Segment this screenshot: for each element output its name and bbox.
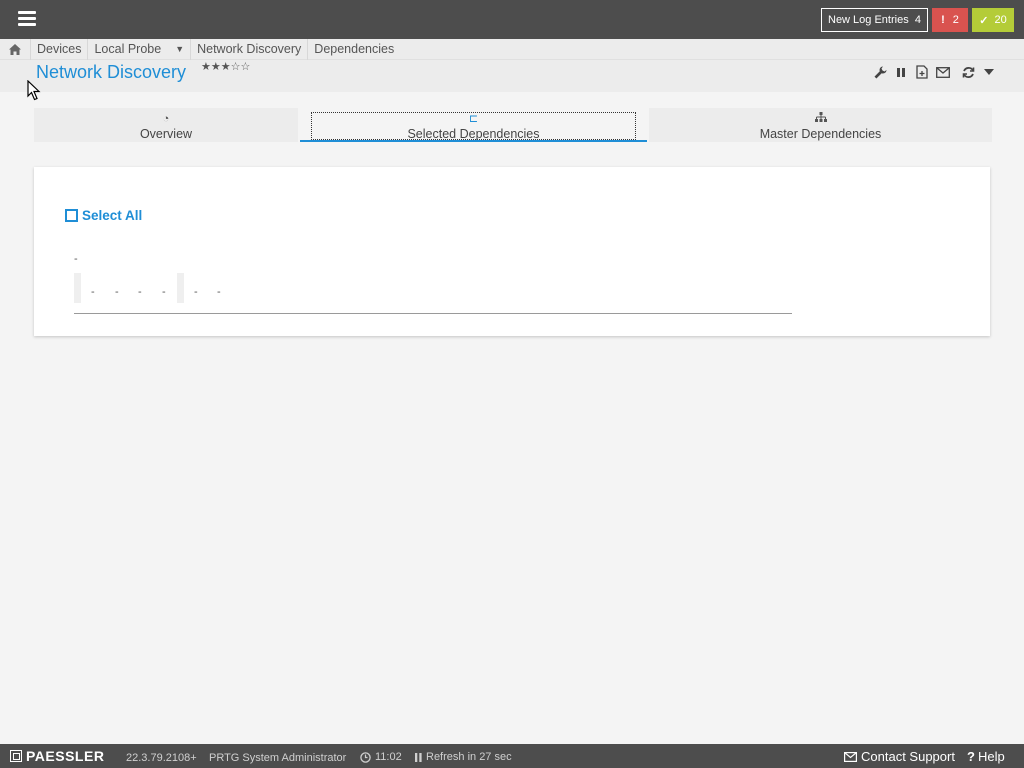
- breadcrumb-devices[interactable]: Devices: [30, 38, 87, 60]
- tab-overview[interactable]: ◔ Overview: [34, 108, 300, 142]
- help-label: Help: [977, 749, 1005, 764]
- help-icon: ?: [967, 749, 975, 764]
- brand-name: PAESSLER: [26, 748, 105, 764]
- new-log-entries-button[interactable]: New Log Entries 4: [821, 8, 928, 32]
- placeholder-dash: -: [138, 286, 142, 298]
- tab-master-dependencies-label: Master Dependencies: [759, 127, 882, 141]
- page-title: Network Discovery: [36, 62, 187, 82]
- contact-support-label: Contact Support: [861, 749, 955, 764]
- tab-selected-dependencies[interactable]: ⊏ Selected Dependencies: [300, 108, 649, 142]
- mouse-cursor-icon: [27, 79, 41, 104]
- pause-icon[interactable]: [894, 65, 908, 79]
- envelope-icon: [844, 751, 857, 762]
- tab-master-dependencies[interactable]: Master Dependencies: [649, 108, 992, 142]
- placeholder-dash: -: [217, 286, 221, 298]
- tab-selected-dependencies-label: Selected Dependencies: [407, 127, 540, 141]
- wrench-icon[interactable]: [873, 65, 887, 79]
- row-divider: [74, 313, 792, 314]
- toolbar: [873, 65, 996, 79]
- footer-bar: PAESSLER 22.3.79.2108+ PRTG System Admin…: [0, 744, 1024, 768]
- alarm-icon: !: [941, 14, 945, 26]
- active-tab-indicator: [300, 140, 647, 142]
- contact-support-link[interactable]: Contact Support: [844, 749, 955, 764]
- placeholder-cell: [177, 273, 184, 303]
- chevron-down-icon[interactable]: ▼: [175, 44, 184, 54]
- top-bar: New Log Entries 4 ! 2 ✓ 20: [0, 0, 1024, 39]
- check-icon: ✓: [979, 14, 989, 27]
- user-name[interactable]: PRTG System Administrator: [209, 752, 346, 764]
- placeholder-dash: -: [91, 286, 95, 298]
- clock-icon: [360, 751, 371, 763]
- new-log-entries-label: New Log Entries: [828, 14, 909, 26]
- refresh-icon[interactable]: [961, 65, 975, 79]
- clock-time: 11:02: [375, 751, 402, 763]
- breadcrumb-network-discovery[interactable]: Network Discovery: [190, 38, 307, 60]
- page-header: Network Discovery ★★★☆☆: [0, 60, 1024, 92]
- placeholder-dash: -: [162, 286, 166, 298]
- version-text: 22.3.79.2108+: [126, 752, 197, 764]
- placeholder-dash: -: [115, 286, 119, 298]
- tab-bar: ◔ Overview ⊏ Selected Dependencies Maste…: [34, 108, 992, 142]
- tab-overview-label: Overview: [139, 127, 193, 141]
- ok-count: 20: [994, 14, 1007, 26]
- breadcrumb-dependencies[interactable]: Dependencies: [307, 38, 400, 60]
- tree-placeholder-dash: -: [74, 253, 78, 265]
- envelope-icon[interactable]: [936, 65, 950, 79]
- breadcrumb-local-probe[interactable]: Local Probe ▼: [87, 38, 190, 60]
- ok-badge[interactable]: ✓ 20: [972, 8, 1014, 32]
- dependency-row: - - - - - -: [74, 273, 792, 303]
- hamburger-menu-icon[interactable]: [18, 11, 36, 26]
- refresh-text: Refresh in 27 sec: [426, 751, 512, 763]
- sitemap-icon: [814, 112, 827, 125]
- home-icon[interactable]: [0, 39, 30, 60]
- paessler-logo[interactable]: PAESSLER: [10, 748, 104, 764]
- breadcrumb: Devices Local Probe ▼ Network Discovery …: [0, 38, 1024, 60]
- priority-stars[interactable]: ★★★☆☆: [201, 60, 250, 73]
- paessler-logo-icon: [10, 750, 22, 762]
- help-link[interactable]: ? Help: [967, 749, 1005, 764]
- alarms-count: 2: [952, 14, 959, 26]
- gauge-icon: ◔: [162, 113, 170, 125]
- placeholder-dash: -: [194, 286, 198, 298]
- refresh-status[interactable]: Refresh in 27 sec: [415, 751, 512, 763]
- add-report-icon[interactable]: [915, 65, 929, 79]
- alarms-badge[interactable]: ! 2: [932, 8, 968, 32]
- new-log-entries-count: 4: [914, 14, 921, 26]
- dependencies-panel: Select All - - - - - - -: [34, 167, 990, 336]
- chevron-down-icon[interactable]: [982, 65, 996, 79]
- placeholder-cell: [74, 273, 81, 303]
- select-all-label[interactable]: Select All: [82, 208, 142, 223]
- pause-icon: [415, 752, 422, 762]
- select-all-checkbox[interactable]: Select All: [65, 208, 142, 223]
- clock: 11:02: [360, 751, 402, 763]
- checkbox-icon[interactable]: [65, 209, 78, 222]
